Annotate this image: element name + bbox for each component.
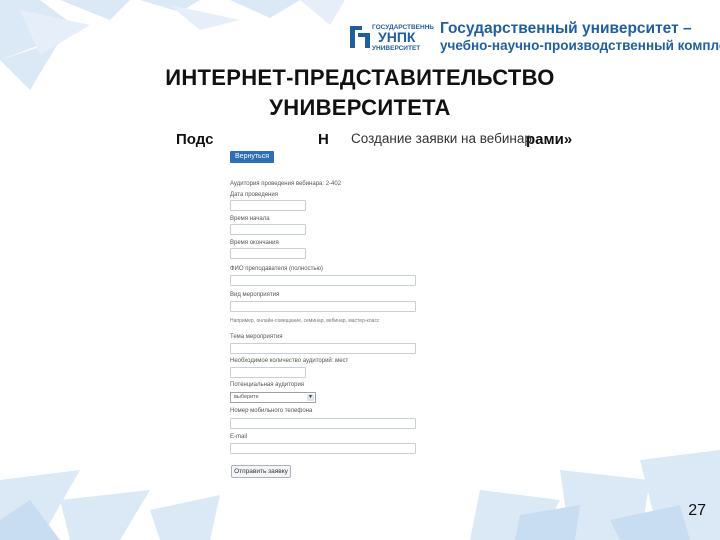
end-time-input[interactable] <box>230 248 306 259</box>
date-input[interactable] <box>230 200 306 211</box>
slide-subtitle-right: рами» <box>526 131 573 148</box>
phone-input[interactable] <box>230 418 416 429</box>
audience-select[interactable]: выберите ▼ <box>230 392 316 403</box>
email-input[interactable] <box>230 443 416 454</box>
seats-input[interactable] <box>230 367 306 378</box>
topic-input[interactable] <box>230 343 416 354</box>
start-time-label: Время начала <box>230 216 270 222</box>
svg-text:УНИВЕРСИТЕТ: УНИВЕРСИТЕТ <box>372 45 420 52</box>
phone-label: Номер мобильного телефона <box>230 408 313 414</box>
event-type-label: Вид мероприятия <box>230 292 280 298</box>
start-time-input[interactable] <box>230 224 306 235</box>
slide-title-line-2: УНИВЕРСИТЕТА <box>269 95 451 120</box>
topic-label: Тема мероприятия <box>230 334 283 340</box>
event-type-input[interactable] <box>230 301 416 312</box>
submit-request-button[interactable]: Отправить заявку <box>231 465 291 478</box>
back-button[interactable]: Вернуться <box>230 151 274 163</box>
brand-line-1: Государственный университет – <box>440 20 692 37</box>
form-heading: Создание заявки на вебинар <box>349 131 532 146</box>
audience-select-value: выберите <box>234 394 259 400</box>
date-label: Дата проведения <box>230 192 278 198</box>
audience-label: Потенциальная аудитория <box>230 382 305 388</box>
slide-title-line-1: ИНТЕРНЕТ-ПРЕДСТАВИТЕЛЬСТВО <box>165 65 555 90</box>
end-time-label: Время окончания <box>230 240 279 246</box>
slide-subtitle-left: Подс <box>176 131 214 148</box>
brand-line-2: учебно-научно-производственный комплекс <box>440 38 720 53</box>
email-label: E-mail <box>230 434 248 440</box>
teacher-name-label: ФИО преподавателя (полностью) <box>230 266 323 272</box>
seats-label: Необходимое количество аудиторий: мест <box>230 358 349 364</box>
page-number: 27 <box>688 502 706 519</box>
svg-text:УНПК: УНПК <box>378 29 416 45</box>
chevron-down-icon: ▼ <box>307 394 314 401</box>
event-type-hint: Например, онлайн-совещание, семинар, веб… <box>230 318 380 324</box>
auditorium-label: Аудитория проведения вебинара: 2-402 <box>230 181 342 187</box>
university-logo: ГОСУДАРСТВЕННЫЙ УНПК УНИВЕРСИТЕТ <box>348 20 441 52</box>
teacher-name-input[interactable] <box>230 275 416 286</box>
